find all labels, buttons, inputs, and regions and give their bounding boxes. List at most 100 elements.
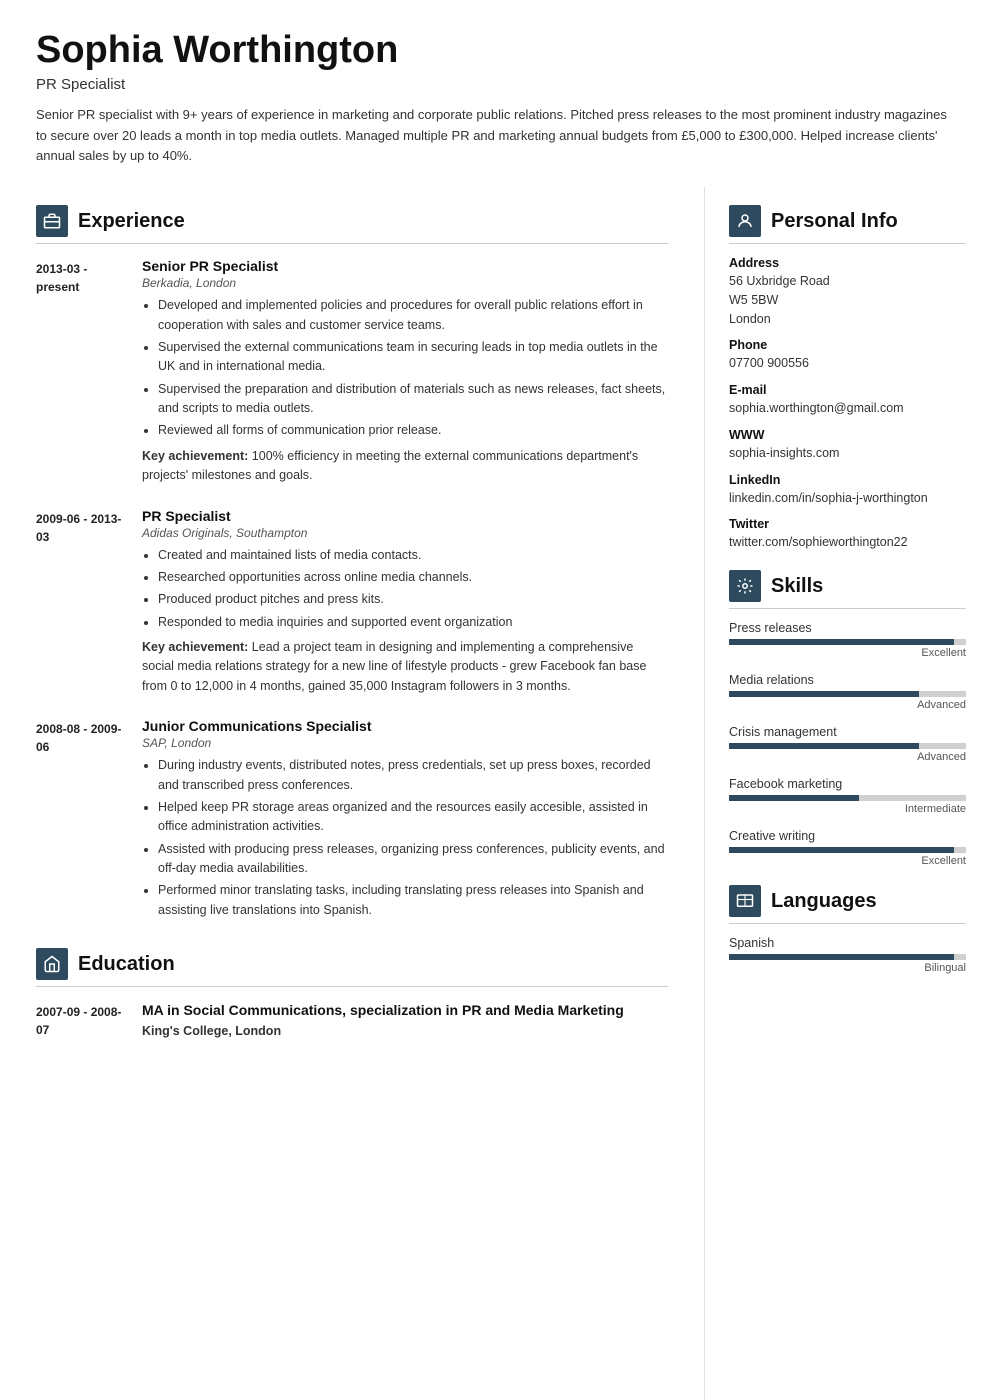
exp-bullet: Supervised the preparation and distribut… <box>158 380 668 419</box>
languages-header: Languages <box>729 885 966 924</box>
exp-bullet: Supervised the external communications t… <box>158 338 668 377</box>
exp-content-2: PR Specialist Adidas Originals, Southamp… <box>142 508 668 697</box>
languages-icon <box>729 885 761 917</box>
lang-name-0: Spanish <box>729 936 966 950</box>
personal-info-icon <box>729 205 761 237</box>
exp-company-1: Berkadia, London <box>142 276 668 290</box>
exp-achievement-2: Key achievement: Lead a project team in … <box>142 638 668 696</box>
skill-item-0: Press releases Excellent <box>729 621 966 659</box>
exp-title-1: Senior PR Specialist <box>142 258 668 274</box>
exp-content-3: Junior Communications Specialist SAP, Lo… <box>142 718 668 926</box>
exp-company-2: Adidas Originals, Southampton <box>142 526 668 540</box>
twitter-value: twitter.com/sophieworthington22 <box>729 533 966 552</box>
education-section-header: Education <box>36 948 668 987</box>
right-column: Personal Info Address 56 Uxbridge RoadW5… <box>705 187 990 1400</box>
address-label: Address <box>729 256 966 270</box>
exp-bullet: Performed minor translating tasks, inclu… <box>158 881 668 920</box>
skill-level-0: Excellent <box>729 647 966 659</box>
skills-header: Skills <box>729 570 966 609</box>
education-title: Education <box>78 953 175 976</box>
exp-entry-2: 2009-06 - 2013-03 PR Specialist Adidas O… <box>36 508 668 697</box>
email-label: E-mail <box>729 383 966 397</box>
skill-item-2: Crisis management Advanced <box>729 725 966 763</box>
lang-bar-bg-0 <box>729 954 966 960</box>
education-icon <box>36 948 68 980</box>
skill-item-3: Facebook marketing Intermediate <box>729 777 966 815</box>
skill-bar-bg-0 <box>729 639 966 645</box>
phone-label: Phone <box>729 338 966 352</box>
experience-icon <box>36 205 68 237</box>
skill-name-3: Facebook marketing <box>729 777 966 791</box>
skill-bar-fill-2 <box>729 743 919 749</box>
skill-bar-fill-1 <box>729 691 919 697</box>
personal-info-header: Personal Info <box>729 205 966 244</box>
resume-page: Sophia Worthington PR Specialist Senior … <box>0 0 990 1400</box>
experience-section: Experience 2013-03 - present Senior PR S… <box>36 205 668 926</box>
exp-bullet: Developed and implemented policies and p… <box>158 296 668 335</box>
left-column: Experience 2013-03 - present Senior PR S… <box>0 187 705 1400</box>
skill-level-2: Advanced <box>729 751 966 763</box>
skill-name-4: Creative writing <box>729 829 966 843</box>
lang-bar-fill-0 <box>729 954 954 960</box>
languages-section: Languages Spanish Bilingual <box>729 885 966 974</box>
skills-icon <box>729 570 761 602</box>
exp-company-3: SAP, London <box>142 736 668 750</box>
skill-bar-bg-2 <box>729 743 966 749</box>
exp-entry-3: 2008-08 - 2009-06 Junior Communications … <box>36 718 668 926</box>
education-section: Education 2007-09 - 2008-07 MA in Social… <box>36 948 668 1039</box>
exp-title-2: PR Specialist <box>142 508 668 524</box>
lang-level-0: Bilingual <box>729 962 966 974</box>
exp-bullets-1: Developed and implemented policies and p… <box>142 296 668 441</box>
skill-bar-fill-3 <box>729 795 859 801</box>
exp-dates-2: 2009-06 - 2013-03 <box>36 508 126 697</box>
exp-bullet: Researched opportunities across online m… <box>158 568 668 587</box>
candidate-title: PR Specialist <box>36 76 954 93</box>
exp-bullet: Responded to media inquiries and support… <box>158 613 668 632</box>
skill-bar-bg-1 <box>729 691 966 697</box>
skill-level-3: Intermediate <box>729 803 966 815</box>
skill-name-0: Press releases <box>729 621 966 635</box>
lang-item-0: Spanish Bilingual <box>729 936 966 974</box>
phone-value: 07700 900556 <box>729 354 966 373</box>
exp-dates-3: 2008-08 - 2009-06 <box>36 718 126 926</box>
exp-title-3: Junior Communications Specialist <box>142 718 668 734</box>
skill-level-1: Advanced <box>729 699 966 711</box>
resume-header: Sophia Worthington PR Specialist Senior … <box>0 0 990 187</box>
skill-level-4: Excellent <box>729 855 966 867</box>
email-value: sophia.worthington@gmail.com <box>729 399 966 418</box>
skill-item-4: Creative writing Excellent <box>729 829 966 867</box>
skills-section: Skills Press releases Excellent Media re… <box>729 570 966 867</box>
edu-dates-1: 2007-09 - 2008-07 <box>36 1001 126 1039</box>
edu-degree-1: MA in Social Communications, specializat… <box>142 1001 624 1021</box>
skills-title: Skills <box>771 575 823 598</box>
exp-bullet: Created and maintained lists of media co… <box>158 546 668 565</box>
linkedin-label: LinkedIn <box>729 473 966 487</box>
candidate-summary: Senior PR specialist with 9+ years of ex… <box>36 105 954 167</box>
edu-entry-1: 2007-09 - 2008-07 MA in Social Communica… <box>36 1001 668 1039</box>
exp-bullet: During industry events, distributed note… <box>158 756 668 795</box>
languages-title: Languages <box>771 890 877 913</box>
exp-bullet: Produced product pitches and press kits. <box>158 590 668 609</box>
exp-entry-1: 2013-03 - present Senior PR Specialist B… <box>36 258 668 485</box>
experience-title: Experience <box>78 210 185 233</box>
www-value: sophia-insights.com <box>729 444 966 463</box>
exp-bullets-3: During industry events, distributed note… <box>142 756 668 920</box>
edu-content-1: MA in Social Communications, specializat… <box>142 1001 624 1039</box>
resume-body: Experience 2013-03 - present Senior PR S… <box>0 187 990 1400</box>
exp-bullet: Assisted with producing press releases, … <box>158 840 668 879</box>
skill-bar-fill-4 <box>729 847 954 853</box>
address-value: 56 Uxbridge RoadW5 5BWLondon <box>729 272 966 328</box>
personal-info-section: Personal Info Address 56 Uxbridge RoadW5… <box>729 205 966 552</box>
linkedin-value: linkedin.com/in/sophia-j-worthington <box>729 489 966 508</box>
skill-bar-bg-3 <box>729 795 966 801</box>
exp-achievement-1: Key achievement: 100% efficiency in meet… <box>142 447 668 486</box>
exp-bullet: Helped keep PR storage areas organized a… <box>158 798 668 837</box>
skill-bar-bg-4 <box>729 847 966 853</box>
skill-name-2: Crisis management <box>729 725 966 739</box>
skill-name-1: Media relations <box>729 673 966 687</box>
skill-bar-fill-0 <box>729 639 954 645</box>
exp-bullets-2: Created and maintained lists of media co… <box>142 546 668 633</box>
skill-item-1: Media relations Advanced <box>729 673 966 711</box>
twitter-label: Twitter <box>729 517 966 531</box>
personal-info-title: Personal Info <box>771 210 898 233</box>
